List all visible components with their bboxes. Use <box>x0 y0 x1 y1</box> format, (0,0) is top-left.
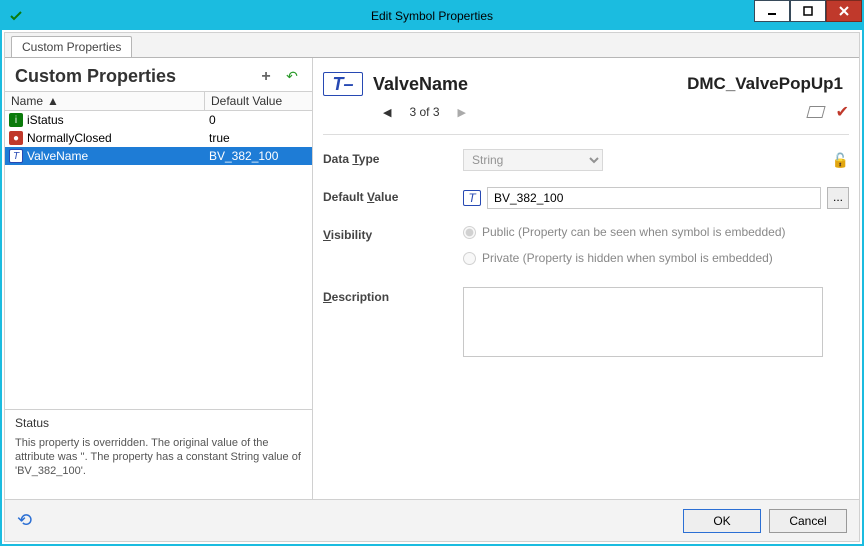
right-header: T– ValveName DMC_ValvePopUp1 <box>323 64 849 104</box>
row-default-value: Default Value T ... <box>323 187 849 209</box>
table-row[interactable]: i iStatus 0 <box>5 111 312 129</box>
split-body: Custom Properties + ↶ Name ▲ Default Val… <box>5 57 859 499</box>
grid-body[interactable]: i iStatus 0 ● NormallyClosed true T ValveNa… <box>5 111 312 409</box>
footer: ⟲ OK Cancel <box>5 499 859 541</box>
prop-name-cell: NormallyClosed <box>27 131 112 145</box>
ok-button[interactable]: OK <box>683 509 761 533</box>
prop-value-cell: BV_382_100 <box>205 149 312 163</box>
label-visibility: Visibility <box>323 225 463 242</box>
table-row[interactable]: ● NormallyClosed true <box>5 129 312 147</box>
label-data-type: Data Type <box>323 149 463 166</box>
radio-private-label: Private (Property is hidden when symbol … <box>482 251 773 265</box>
col-header-name[interactable]: Name ▲ <box>5 92 205 110</box>
radio-public[interactable]: Public (Property can be seen when symbol… <box>463 225 849 239</box>
separator <box>323 134 849 135</box>
label-description: Description <box>323 287 463 304</box>
sort-asc-icon: ▲ <box>47 94 59 108</box>
property-type-icon: T– <box>323 72 363 96</box>
col-header-default[interactable]: Default Value <box>205 92 312 110</box>
left-header: Custom Properties + ↶ <box>5 58 312 91</box>
lock-icon: 🔓 <box>832 152 849 169</box>
text-type-icon: T <box>463 190 481 206</box>
radio-private[interactable]: Private (Property is hidden when symbol … <box>463 251 849 265</box>
status-title: Status <box>15 416 302 430</box>
cancel-button[interactable]: Cancel <box>769 509 847 533</box>
prev-button[interactable]: ◀ <box>383 106 391 119</box>
apply-check-icon[interactable]: ✔ <box>836 102 849 122</box>
prop-name-cell: ValveName <box>27 149 88 163</box>
closed-icon: ● <box>9 131 23 145</box>
default-value-input[interactable] <box>487 187 821 209</box>
prop-name-cell: iStatus <box>27 113 64 127</box>
eraser-icon[interactable] <box>806 106 825 118</box>
tab-custom-properties[interactable]: Custom Properties <box>11 36 132 57</box>
radio-private-input[interactable] <box>463 252 476 265</box>
pager: ◀ 3 of 3 ▶ ✔ <box>383 102 849 122</box>
radio-public-input[interactable] <box>463 226 476 239</box>
radio-public-label: Public (Property can be seen when symbol… <box>482 225 786 239</box>
pager-text: 3 of 3 <box>409 105 439 119</box>
prop-value-cell: 0 <box>205 113 312 127</box>
browse-button[interactable]: ... <box>827 187 849 209</box>
row-description: Description <box>323 287 849 357</box>
row-visibility: Visibility Public (Property can be seen … <box>323 225 849 271</box>
label-default-value: Default Value <box>323 187 463 204</box>
symbol-name: DMC_ValvePopUp1 <box>687 74 843 94</box>
dialog-window: Edit Symbol Properties Custom Properties… <box>0 0 864 546</box>
app-icon <box>8 8 24 24</box>
status-panel: Status This property is overridden. The … <box>5 409 312 499</box>
row-data-type: Data Type String 🔓 <box>323 149 849 171</box>
help-button[interactable]: ⟲ <box>17 510 32 531</box>
client-area: Custom Properties Custom Properties + ↶ … <box>4 32 860 542</box>
description-textarea[interactable] <box>463 287 823 357</box>
status-body: This property is overridden. The origina… <box>15 436 302 478</box>
table-row-selected[interactable]: T ValveName BV_382_100 <box>5 147 312 165</box>
right-panel: T– ValveName DMC_ValvePopUp1 ◀ 3 of 3 ▶ … <box>313 58 859 499</box>
window-title: Edit Symbol Properties <box>2 9 862 23</box>
left-heading: Custom Properties <box>15 66 250 87</box>
tab-strip: Custom Properties <box>5 33 859 57</box>
text-type-icon: T <box>9 149 23 163</box>
col-name-label: Name <box>11 94 43 108</box>
maximize-button[interactable] <box>790 0 826 22</box>
minimize-button[interactable] <box>754 0 790 22</box>
status-icon: i <box>9 113 23 127</box>
window-controls <box>754 2 862 30</box>
add-property-button[interactable]: + <box>256 67 276 87</box>
title-bar[interactable]: Edit Symbol Properties <box>2 2 862 30</box>
next-button[interactable]: ▶ <box>458 106 466 119</box>
data-type-select[interactable]: String <box>463 149 603 171</box>
revert-button[interactable]: ↶ <box>282 67 302 87</box>
property-name: ValveName <box>373 74 468 95</box>
grid-header: Name ▲ Default Value <box>5 91 312 111</box>
left-panel: Custom Properties + ↶ Name ▲ Default Val… <box>5 58 313 499</box>
prop-value-cell: true <box>205 131 312 145</box>
close-button[interactable] <box>826 0 862 22</box>
